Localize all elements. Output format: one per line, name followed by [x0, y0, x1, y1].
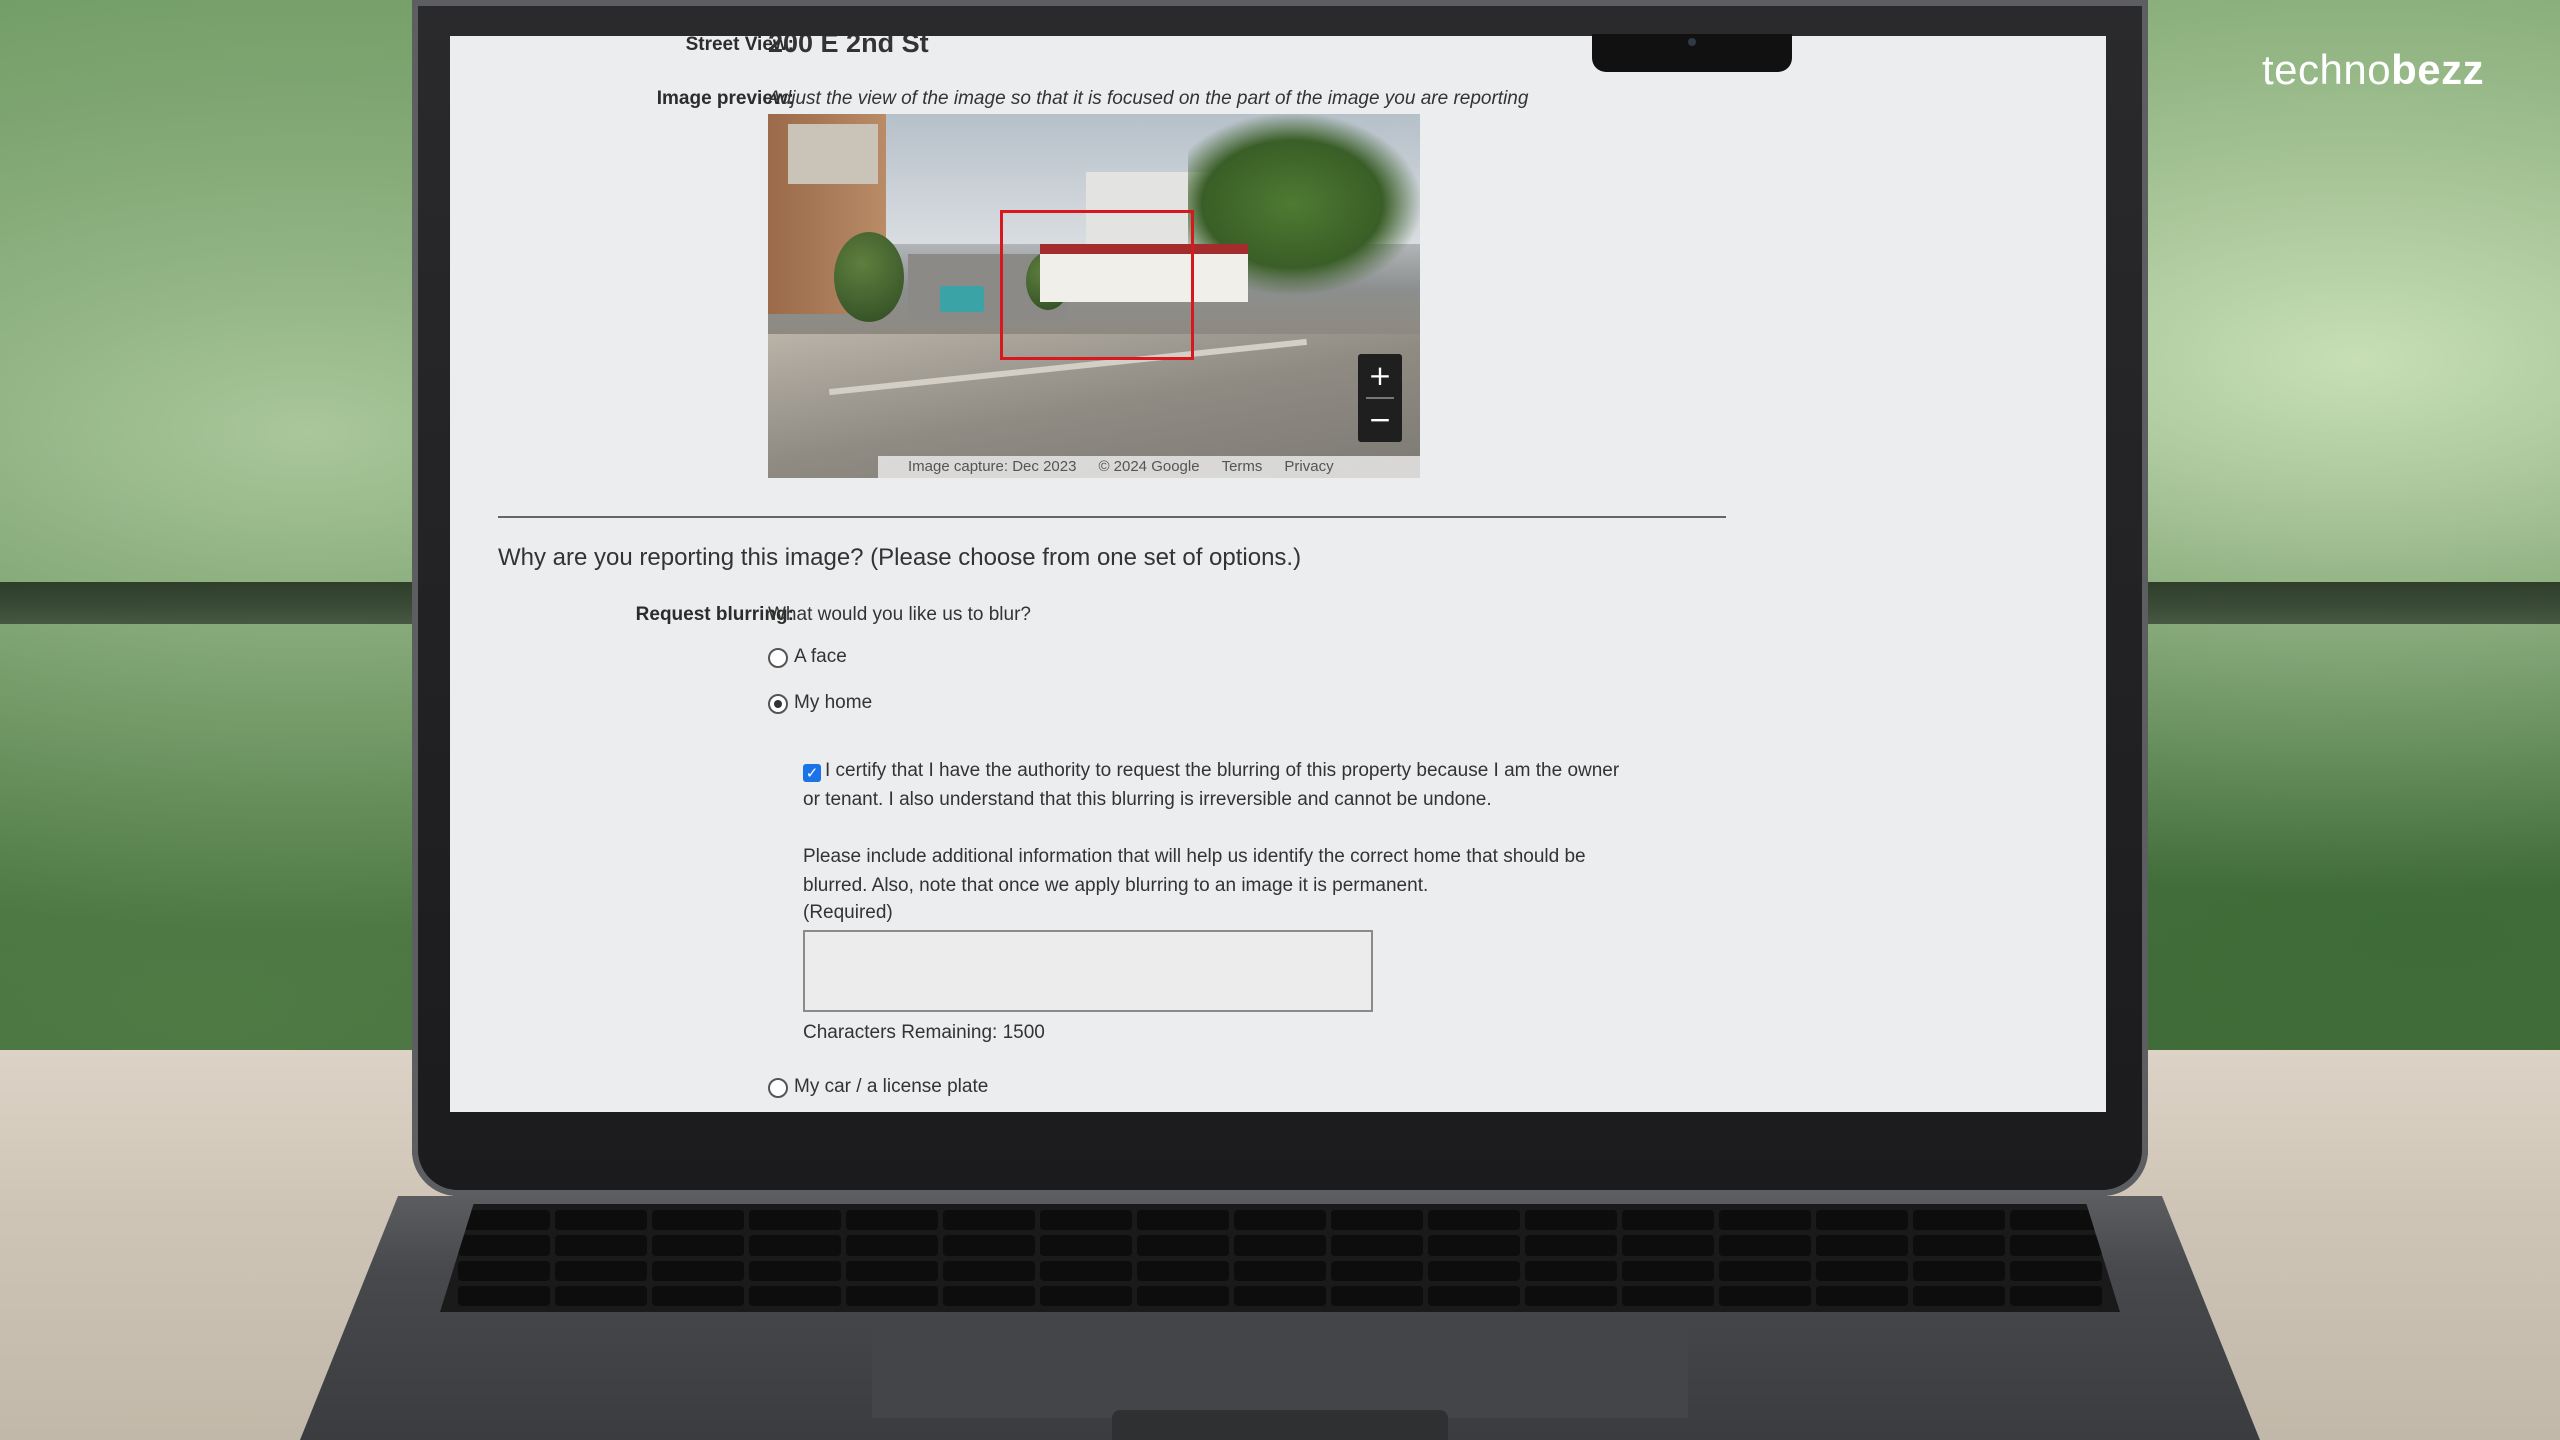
request-blurring-label: Request blurring: [635, 604, 794, 625]
additional-info-instructions: Please include additional information th… [803, 846, 1586, 896]
street-view-address: 200 E 2nd St [768, 36, 929, 58]
image-preview-label: Image preview: [656, 88, 794, 109]
radio-my-car[interactable] [768, 1078, 788, 1098]
required-note: (Required) [803, 902, 893, 923]
terms-link[interactable]: Terms [1222, 456, 1263, 478]
laptop-keyboard [440, 1204, 2120, 1312]
option-my-car[interactable]: My car / a license plate [768, 1076, 988, 1098]
option-a-face-label: A face [794, 646, 847, 667]
radio-my-home[interactable] [768, 694, 788, 714]
street-view-image-preview[interactable]: + − Image capture: Dec 2023 © 2024 Googl… [768, 114, 1420, 478]
characters-remaining-label: Characters Remaining: [803, 1022, 998, 1043]
request-blurring-prompt: What would you like us to blur? [768, 604, 1031, 625]
google-copyright: © 2024 Google [1098, 458, 1200, 475]
radio-a-face[interactable] [768, 648, 788, 668]
certify-checkbox[interactable]: ✓ [803, 764, 821, 782]
certify-text: I certify that I have the authority to r… [803, 760, 1620, 810]
zoom-control: + − [1358, 354, 1402, 442]
report-reason-question: Why are you reporting this image? (Pleas… [498, 544, 1302, 571]
technobezz-logo: technobezz [2262, 46, 2485, 93]
zoom-out-button[interactable]: − [1358, 398, 1402, 442]
image-preview-instruction: Adjust the view of the image so that it … [768, 88, 1529, 109]
image-capture-date: Image capture: Dec 2023 [908, 458, 1077, 475]
zoom-in-button[interactable]: + [1358, 354, 1402, 398]
privacy-link[interactable]: Privacy [1284, 456, 1333, 478]
option-my-home[interactable]: My home [768, 692, 872, 714]
selection-box[interactable] [1000, 210, 1194, 360]
street-view-label: Street View: [685, 36, 794, 55]
laptop-screen: Street View: 200 E 2nd St Image preview:… [450, 36, 2106, 1112]
option-my-home-label: My home [794, 692, 873, 713]
laptop-front-lip [1112, 1410, 1448, 1440]
map-attribution: Image capture: Dec 2023 © 2024 Google Te… [878, 456, 1420, 478]
additional-info-textarea[interactable] [803, 930, 1373, 1012]
laptop-trackpad [872, 1322, 1688, 1418]
report-problem-form: Street View: 200 E 2nd St Image preview:… [450, 36, 2106, 1112]
camera-notch [1592, 34, 1792, 72]
characters-remaining-count: 1500 [1002, 1022, 1045, 1043]
option-my-car-label: My car / a license plate [794, 1076, 989, 1097]
option-a-face[interactable]: A face [768, 646, 847, 668]
characters-remaining: Characters Remaining: 1500 [803, 1022, 1045, 1044]
camera-icon [1688, 38, 1696, 46]
section-divider [498, 516, 1726, 518]
certify-statement: ✓ I certify that I have the authority to … [803, 756, 1633, 814]
